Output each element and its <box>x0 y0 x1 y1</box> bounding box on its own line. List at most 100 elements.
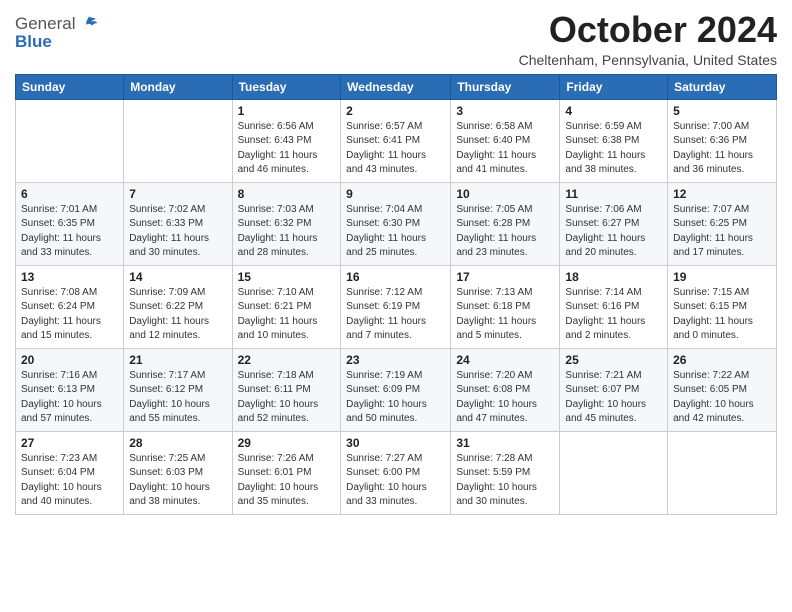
day-info: Sunrise: 6:57 AMSunset: 6:41 PMDaylight:… <box>346 120 445 178</box>
day-info: Sunrise: 7:20 AMSunset: 6:08 PMDaylight:… <box>456 369 554 427</box>
calendar-cell: 8 Sunrise: 7:03 AMSunset: 6:32 PMDaylight… <box>232 182 341 265</box>
day-number: 6 <box>21 187 118 201</box>
calendar-cell: 2 Sunrise: 6:57 AMSunset: 6:41 PMDaylight… <box>341 99 451 182</box>
day-number: 18 <box>565 270 662 284</box>
weekday-header-monday: Monday <box>124 74 232 99</box>
calendar-cell <box>668 431 777 514</box>
day-number: 11 <box>565 187 662 201</box>
calendar-cell: 20 Sunrise: 7:16 AMSunset: 6:13 PMDayligh… <box>16 348 124 431</box>
calendar-cell: 31Sunrise: 7:28 AMSunset: 5:59 PMDayligh… <box>451 431 560 514</box>
weekday-header-thursday: Thursday <box>451 74 560 99</box>
calendar-cell: 3Sunrise: 6:58 AMSunset: 6:40 PMDaylight… <box>451 99 560 182</box>
logo-blue-text: Blue <box>15 32 52 52</box>
calendar-cell: 13 Sunrise: 7:08 AMSunset: 6:24 PMDayligh… <box>16 265 124 348</box>
calendar-cell: 6 Sunrise: 7:01 AMSunset: 6:35 PMDaylight… <box>16 182 124 265</box>
day-number: 29 <box>238 436 336 450</box>
day-info: Sunrise: 7:09 AMSunset: 6:22 PMDaylight:… <box>129 286 226 344</box>
calendar-cell: 11 Sunrise: 7:06 AMSunset: 6:27 PMDayligh… <box>560 182 668 265</box>
calendar-cell: 12 Sunrise: 7:07 AMSunset: 6:25 PMDayligh… <box>668 182 777 265</box>
day-info: Sunrise: 7:18 AMSunset: 6:11 PMDaylight:… <box>238 369 336 427</box>
day-number: 16 <box>346 270 445 284</box>
calendar-cell: 26 Sunrise: 7:22 AMSunset: 6:05 PMDayligh… <box>668 348 777 431</box>
day-info: Sunrise: 6:58 AMSunset: 6:40 PMDaylight:… <box>456 120 554 178</box>
calendar-cell: 30 Sunrise: 7:27 AMSunset: 6:00 PMDayligh… <box>341 431 451 514</box>
day-info: Sunrise: 7:28 AMSunset: 5:59 PMDaylight:… <box>456 452 554 510</box>
title-area: October 2024 Cheltenham, Pennsylvania, U… <box>519 10 777 68</box>
week-row-0: 1 Sunrise: 6:56 AMSunset: 6:43 PMDaylight… <box>16 99 777 182</box>
week-row-3: 20 Sunrise: 7:16 AMSunset: 6:13 PMDayligh… <box>16 348 777 431</box>
calendar-cell <box>16 99 124 182</box>
day-number: 15 <box>238 270 336 284</box>
day-info: Sunrise: 7:06 AMSunset: 6:27 PMDaylight:… <box>565 203 662 261</box>
day-number: 8 <box>238 187 336 201</box>
calendar-cell: 1 Sunrise: 6:56 AMSunset: 6:43 PMDaylight… <box>232 99 341 182</box>
day-number: 12 <box>673 187 771 201</box>
day-info: Sunrise: 7:16 AMSunset: 6:13 PMDaylight:… <box>21 369 118 427</box>
day-info: Sunrise: 7:12 AMSunset: 6:19 PMDaylight:… <box>346 286 445 344</box>
calendar-table: SundayMondayTuesdayWednesdayThursdayFrid… <box>15 74 777 515</box>
day-number: 10 <box>456 187 554 201</box>
weekday-header-saturday: Saturday <box>668 74 777 99</box>
calendar-cell: 27Sunrise: 7:23 AMSunset: 6:04 PMDayligh… <box>16 431 124 514</box>
page-container: General Blue October 2024 Cheltenham, Pe… <box>15 10 777 515</box>
calendar-cell: 28Sunrise: 7:25 AMSunset: 6:03 PMDayligh… <box>124 431 232 514</box>
day-number: 30 <box>346 436 445 450</box>
calendar-cell: 5Sunrise: 7:00 AMSunset: 6:36 PMDaylight… <box>668 99 777 182</box>
calendar-cell: 14 Sunrise: 7:09 AMSunset: 6:22 PMDayligh… <box>124 265 232 348</box>
calendar-cell: 16 Sunrise: 7:12 AMSunset: 6:19 PMDayligh… <box>341 265 451 348</box>
day-info: Sunrise: 7:26 AMSunset: 6:01 PMDaylight:… <box>238 452 336 510</box>
day-info: Sunrise: 7:05 AMSunset: 6:28 PMDaylight:… <box>456 203 554 261</box>
weekday-header-sunday: Sunday <box>16 74 124 99</box>
day-number: 13 <box>21 270 118 284</box>
day-number: 14 <box>129 270 226 284</box>
calendar-cell: 4 Sunrise: 6:59 AMSunset: 6:38 PMDaylight… <box>560 99 668 182</box>
calendar-cell: 15Sunrise: 7:10 AMSunset: 6:21 PMDayligh… <box>232 265 341 348</box>
logo-bird-icon <box>79 14 99 34</box>
day-info: Sunrise: 7:21 AMSunset: 6:07 PMDaylight:… <box>565 369 662 427</box>
calendar-cell: 19 Sunrise: 7:15 AMSunset: 6:15 PMDayligh… <box>668 265 777 348</box>
day-info: Sunrise: 7:19 AMSunset: 6:09 PMDaylight:… <box>346 369 445 427</box>
day-info: Sunrise: 7:25 AMSunset: 6:03 PMDaylight:… <box>129 452 226 510</box>
calendar-cell: 17Sunrise: 7:13 AMSunset: 6:18 PMDayligh… <box>451 265 560 348</box>
day-number: 1 <box>238 104 336 118</box>
day-number: 22 <box>238 353 336 367</box>
calendar-cell: 21Sunrise: 7:17 AMSunset: 6:12 PMDayligh… <box>124 348 232 431</box>
day-info: Sunrise: 7:01 AMSunset: 6:35 PMDaylight:… <box>21 203 118 261</box>
day-number: 2 <box>346 104 445 118</box>
day-info: Sunrise: 7:08 AMSunset: 6:24 PMDaylight:… <box>21 286 118 344</box>
day-info: Sunrise: 7:22 AMSunset: 6:05 PMDaylight:… <box>673 369 771 427</box>
day-info: Sunrise: 6:59 AMSunset: 6:38 PMDaylight:… <box>565 120 662 178</box>
day-number: 9 <box>346 187 445 201</box>
day-info: Sunrise: 7:15 AMSunset: 6:15 PMDaylight:… <box>673 286 771 344</box>
calendar-cell: 10 Sunrise: 7:05 AMSunset: 6:28 PMDayligh… <box>451 182 560 265</box>
weekday-header-tuesday: Tuesday <box>232 74 341 99</box>
day-info: Sunrise: 7:23 AMSunset: 6:04 PMDaylight:… <box>21 452 118 510</box>
day-info: Sunrise: 7:02 AMSunset: 6:33 PMDaylight:… <box>129 203 226 261</box>
day-info: Sunrise: 7:04 AMSunset: 6:30 PMDaylight:… <box>346 203 445 261</box>
calendar-cell: 23Sunrise: 7:19 AMSunset: 6:09 PMDayligh… <box>341 348 451 431</box>
day-number: 24 <box>456 353 554 367</box>
day-info: Sunrise: 7:03 AMSunset: 6:32 PMDaylight:… <box>238 203 336 261</box>
calendar-cell: 29 Sunrise: 7:26 AMSunset: 6:01 PMDayligh… <box>232 431 341 514</box>
day-info: Sunrise: 7:27 AMSunset: 6:00 PMDaylight:… <box>346 452 445 510</box>
day-number: 25 <box>565 353 662 367</box>
day-number: 17 <box>456 270 554 284</box>
header: General Blue October 2024 Cheltenham, Pe… <box>15 10 777 68</box>
calendar-cell: 7 Sunrise: 7:02 AMSunset: 6:33 PMDaylight… <box>124 182 232 265</box>
day-number: 19 <box>673 270 771 284</box>
day-number: 20 <box>21 353 118 367</box>
day-info: Sunrise: 7:17 AMSunset: 6:12 PMDaylight:… <box>129 369 226 427</box>
day-number: 26 <box>673 353 771 367</box>
day-info: Sunrise: 7:14 AMSunset: 6:16 PMDaylight:… <box>565 286 662 344</box>
calendar-cell: 22 Sunrise: 7:18 AMSunset: 6:11 PMDayligh… <box>232 348 341 431</box>
weekday-header-wednesday: Wednesday <box>341 74 451 99</box>
week-row-1: 6 Sunrise: 7:01 AMSunset: 6:35 PMDaylight… <box>16 182 777 265</box>
day-info: Sunrise: 7:07 AMSunset: 6:25 PMDaylight:… <box>673 203 771 261</box>
day-info: Sunrise: 6:56 AMSunset: 6:43 PMDaylight:… <box>238 120 336 178</box>
day-info: Sunrise: 7:00 AMSunset: 6:36 PMDaylight:… <box>673 120 771 178</box>
day-number: 4 <box>565 104 662 118</box>
calendar-cell: 25 Sunrise: 7:21 AMSunset: 6:07 PMDayligh… <box>560 348 668 431</box>
weekday-header-row: SundayMondayTuesdayWednesdayThursdayFrid… <box>16 74 777 99</box>
logo-general-text: General <box>15 14 75 34</box>
day-number: 7 <box>129 187 226 201</box>
